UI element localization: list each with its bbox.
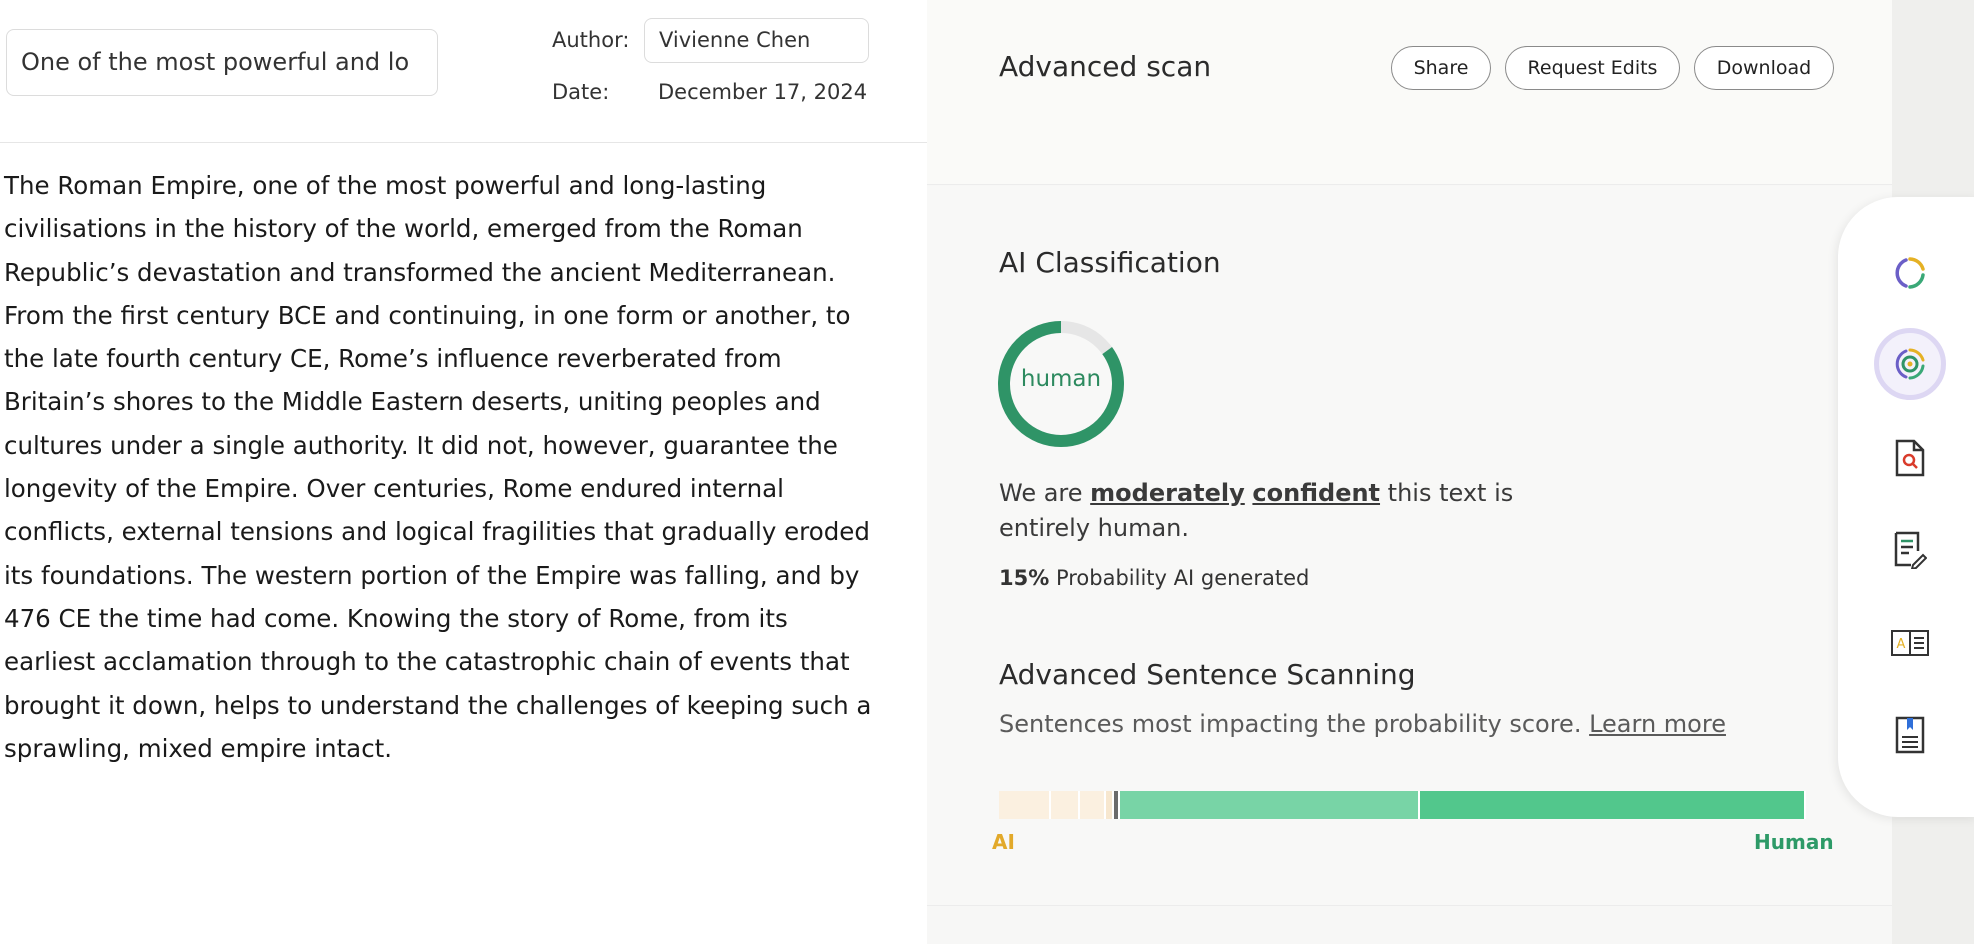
document-title-input[interactable]: One of the most powerful and lo bbox=[6, 29, 438, 96]
bar-segment[interactable] bbox=[999, 791, 1052, 819]
svg-text:A: A bbox=[1897, 637, 1906, 652]
bar-segment[interactable] bbox=[1420, 791, 1806, 819]
date-label: Date: bbox=[552, 80, 610, 104]
ring-icon bbox=[1895, 257, 1925, 289]
scan-lower-section bbox=[927, 907, 1892, 944]
sentence-scanning-description: Sentences most impacting the probability… bbox=[999, 710, 1582, 738]
bar-segment[interactable] bbox=[1106, 791, 1115, 819]
classification-result-label: human bbox=[1020, 366, 1102, 392]
rail-button-plagiarism[interactable] bbox=[1874, 422, 1946, 494]
rail-button-writing-feedback[interactable] bbox=[1874, 514, 1946, 586]
ai-probability-label: Probability AI generated bbox=[1055, 566, 1310, 590]
bookmark-document-icon bbox=[1895, 716, 1925, 754]
document-pane: One of the most powerful and lo Author: … bbox=[0, 0, 927, 944]
confidence-prefix: We are bbox=[999, 479, 1083, 507]
rail-button-compare[interactable]: A bbox=[1874, 607, 1946, 679]
bar-segment[interactable] bbox=[1120, 791, 1421, 819]
learn-more-link[interactable]: Learn more bbox=[1589, 710, 1726, 738]
scan-panel: Advanced scan Share Request Edits Downlo… bbox=[927, 0, 1892, 944]
date-value: December 17, 2024 bbox=[658, 80, 868, 104]
share-button[interactable]: Share bbox=[1391, 46, 1491, 90]
tool-rail: A bbox=[1838, 197, 1974, 817]
rail-button-citations[interactable] bbox=[1874, 699, 1946, 771]
ai-classification-title: AI Classification bbox=[999, 246, 1221, 279]
ai-probability: 15% Probability AI generated bbox=[999, 566, 1309, 590]
bar-human-label: Human bbox=[1754, 830, 1834, 854]
download-button[interactable]: Download bbox=[1694, 46, 1834, 90]
scan-results: AI Classification human We are moderatel… bbox=[927, 186, 1892, 906]
request-edits-button[interactable]: Request Edits bbox=[1505, 46, 1680, 90]
sentence-probability-bar bbox=[999, 791, 1806, 819]
document-body-text[interactable]: The Roman Empire, one of the most powerf… bbox=[4, 164, 884, 770]
rail-button-overview[interactable] bbox=[1874, 237, 1946, 309]
author-label: Author: bbox=[552, 28, 630, 52]
scan-title: Advanced scan bbox=[999, 50, 1212, 83]
rail-button-advanced-scan[interactable] bbox=[1874, 328, 1946, 400]
target-scan-icon bbox=[1895, 348, 1925, 380]
document-header: One of the most powerful and lo Author: … bbox=[0, 0, 927, 143]
ai-probability-value: 15% bbox=[999, 566, 1050, 590]
author-field[interactable]: Vivienne Chen bbox=[644, 18, 869, 63]
confidence-level-link-1[interactable]: moderately bbox=[1090, 479, 1245, 507]
sentence-scanning-subtitle: Sentences most impacting the probability… bbox=[999, 710, 1726, 738]
confidence-level-link-2[interactable]: confident bbox=[1252, 479, 1380, 507]
confidence-statement: We are moderately confident this text is… bbox=[999, 476, 1599, 546]
file-search-icon bbox=[1895, 439, 1925, 477]
scan-header: Advanced scan Share Request Edits Downlo… bbox=[927, 0, 1892, 185]
bar-ai-label: AI bbox=[992, 830, 1015, 854]
bar-segment[interactable] bbox=[1079, 791, 1107, 819]
document-edit-icon bbox=[1894, 531, 1927, 569]
bar-segment[interactable] bbox=[1051, 791, 1080, 819]
text-compare-icon: A bbox=[1891, 630, 1929, 656]
sentence-scanning-title: Advanced Sentence Scanning bbox=[999, 658, 1416, 691]
